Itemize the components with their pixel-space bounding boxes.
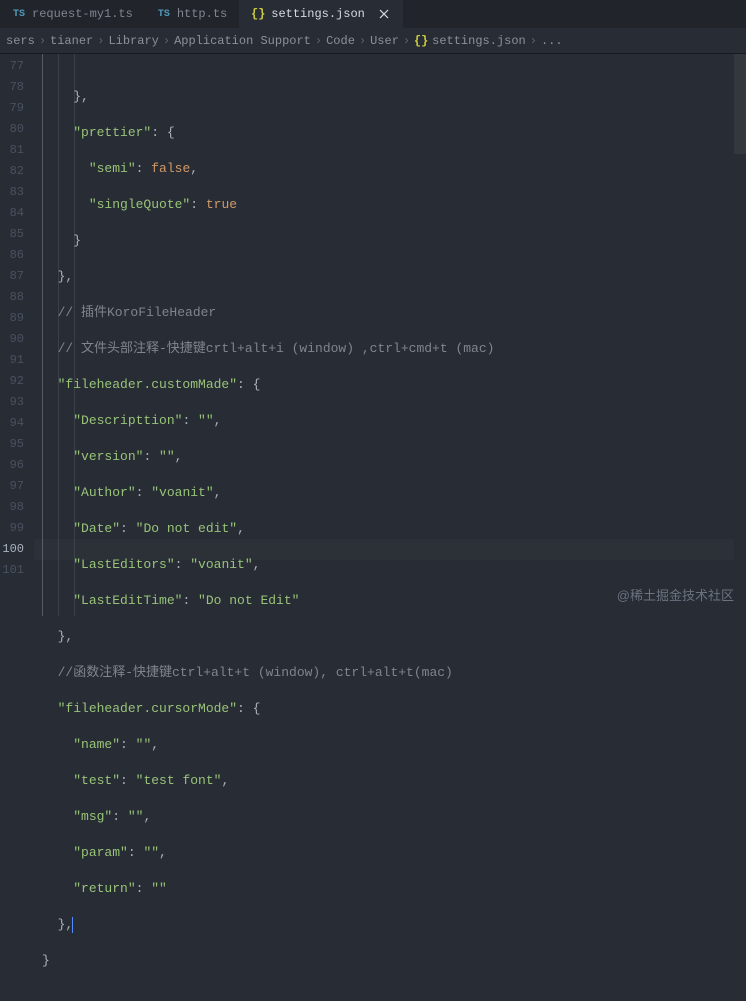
code-line: "name" — [73, 737, 120, 752]
code-line: "Descripttion" — [73, 413, 182, 428]
line-number: 86 — [0, 245, 24, 266]
line-number: 89 — [0, 308, 24, 329]
tab-http[interactable]: TS http.ts — [145, 0, 239, 28]
code-line: "fileheader.customMade" — [58, 377, 237, 392]
code-line: "prettier" — [73, 125, 151, 140]
close-icon[interactable] — [377, 7, 391, 21]
breadcrumb-item[interactable]: settings.json — [432, 34, 526, 48]
line-number: 101 — [0, 560, 24, 581]
line-number: 83 — [0, 182, 24, 203]
chevron-right-icon: › — [530, 34, 537, 48]
line-number: 88 — [0, 287, 24, 308]
line-number: 81 — [0, 140, 24, 161]
json-icon: {} — [251, 7, 265, 21]
tab-label: settings.json — [271, 7, 365, 21]
code-line: } — [42, 233, 81, 248]
line-number: 87 — [0, 266, 24, 287]
tab-label: http.ts — [177, 7, 227, 21]
code-area[interactable]: }, "prettier": { "semi": false, "singleQ… — [34, 54, 746, 616]
code-line: "singleQuote" — [89, 197, 190, 212]
line-number: 99 — [0, 518, 24, 539]
chevron-right-icon: › — [359, 34, 366, 48]
code-line: }, — [42, 629, 73, 644]
code-line: "param" — [73, 845, 128, 860]
json-icon: {} — [414, 34, 428, 48]
line-number: 90 — [0, 329, 24, 350]
code-line: "test" — [73, 773, 120, 788]
line-number: 77 — [0, 56, 24, 77]
breadcrumb-item[interactable]: Code — [326, 34, 355, 48]
minimap-slider[interactable] — [734, 54, 746, 154]
editor[interactable]: 77 78 79 80 81 82 83 84 85 86 87 88 89 9… — [0, 54, 746, 616]
typescript-icon: TS — [12, 7, 26, 21]
chevron-right-icon: › — [97, 34, 104, 48]
breadcrumb-ellipsis[interactable]: ... — [541, 34, 563, 48]
line-number: 78 — [0, 77, 24, 98]
line-number: 98 — [0, 497, 24, 518]
line-number: 82 — [0, 161, 24, 182]
code-comment: //函数注释-快捷键ctrl+alt+t (window), ctrl+alt+… — [42, 665, 453, 680]
line-number: 79 — [0, 98, 24, 119]
code-line: "semi" — [89, 161, 136, 176]
tab-settings[interactable]: {} settings.json — [239, 0, 403, 28]
code-comment: // 文件头部注释-快捷键crtl+alt+i (window) ,ctrl+c… — [42, 341, 494, 356]
line-number: 95 — [0, 434, 24, 455]
breadcrumb-item[interactable]: Library — [108, 34, 158, 48]
chevron-right-icon: › — [163, 34, 170, 48]
current-line-highlight — [34, 539, 746, 560]
code-line: }, — [42, 89, 89, 104]
line-number: 93 — [0, 392, 24, 413]
watermark: @稀土掘金技术社区 — [617, 585, 734, 604]
line-number: 97 — [0, 476, 24, 497]
breadcrumb-item[interactable]: tianer — [50, 34, 93, 48]
text-cursor — [72, 917, 73, 933]
code-line: "Date" — [73, 521, 120, 536]
code-line: "fileheader.cursorMode" — [58, 701, 237, 716]
code-line: } — [42, 953, 50, 968]
tab-label: request-my1.ts — [32, 7, 133, 21]
breadcrumb[interactable]: sers › tianer › Library › Application Su… — [0, 28, 746, 54]
code-line: }, — [42, 269, 73, 284]
tab-bar: TS request-my1.ts TS http.ts {} settings… — [0, 0, 746, 28]
typescript-icon: TS — [157, 7, 171, 21]
code-line: "return" — [73, 881, 135, 896]
line-number: 96 — [0, 455, 24, 476]
chevron-right-icon: › — [39, 34, 46, 48]
chevron-right-icon: › — [403, 34, 410, 48]
breadcrumb-item[interactable]: User — [370, 34, 399, 48]
line-number: 80 — [0, 119, 24, 140]
line-number: 100 — [0, 539, 24, 560]
code-line: "msg" — [73, 809, 112, 824]
code-line: "version" — [73, 449, 143, 464]
code-line: "Author" — [73, 485, 135, 500]
line-gutter: 77 78 79 80 81 82 83 84 85 86 87 88 89 9… — [0, 54, 34, 616]
breadcrumb-item[interactable]: sers — [6, 34, 35, 48]
code-line: "LastEditTime" — [73, 593, 182, 608]
code-comment: // 插件KoroFileHeader — [42, 305, 216, 320]
line-number: 94 — [0, 413, 24, 434]
chevron-right-icon: › — [315, 34, 322, 48]
code-line: }, — [42, 917, 73, 932]
line-number: 91 — [0, 350, 24, 371]
line-number: 84 — [0, 203, 24, 224]
tab-request-my1[interactable]: TS request-my1.ts — [0, 0, 145, 28]
minimap[interactable] — [734, 54, 746, 616]
line-number: 85 — [0, 224, 24, 245]
line-number: 92 — [0, 371, 24, 392]
breadcrumb-item[interactable]: Application Support — [174, 34, 311, 48]
